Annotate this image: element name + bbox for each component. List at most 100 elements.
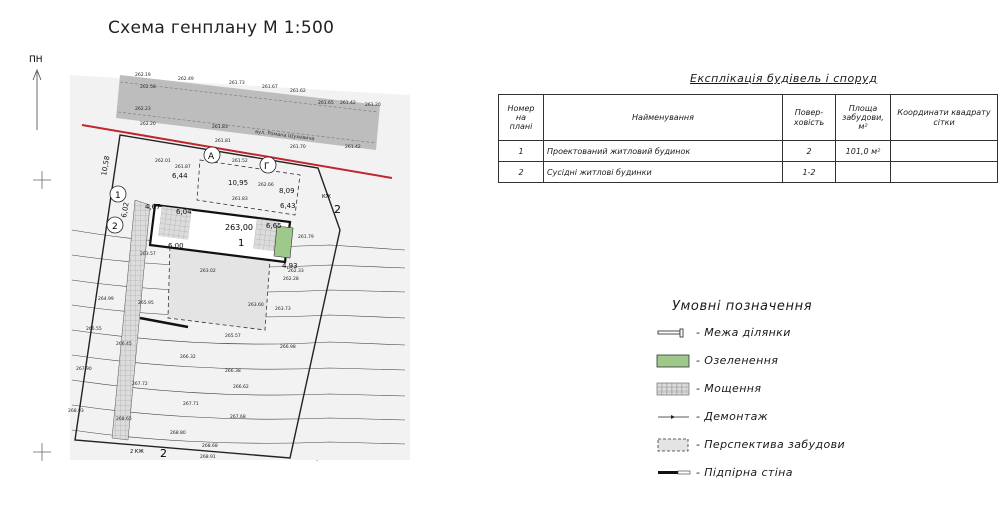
legend-label: - Озеленення xyxy=(696,354,779,367)
spot-elevation: 263.73 xyxy=(275,306,291,312)
future-swatch-icon xyxy=(657,438,689,452)
spot-elevation: 263.57 xyxy=(140,251,156,257)
legend-item-wall: - Підпірна стіна xyxy=(656,466,916,480)
row-floors: 1-2 xyxy=(782,161,836,183)
axis-marker-1: 1 xyxy=(115,191,121,201)
spot-elevation: 261.83 xyxy=(232,196,248,202)
axis-marker-2: 2 xyxy=(112,222,118,232)
spot-elevation: 266.38 xyxy=(225,368,241,374)
dimension: 6,43 xyxy=(280,202,296,210)
spot-elevation: 268.93 xyxy=(68,408,84,414)
dimension: 6,65 xyxy=(266,222,282,230)
explication-table: Номер на плані Найменування Повер- ховіс… xyxy=(498,94,998,183)
row-name: Сусідні житлові будинки xyxy=(543,161,783,183)
legend-label: - Межа ділянки xyxy=(696,326,791,339)
dimension: 10,95 xyxy=(228,179,248,187)
spot-elevation: 262.28 xyxy=(283,276,299,282)
col-header-number: Номер на плані xyxy=(498,94,544,141)
legend-item-paving: - Мощення xyxy=(656,382,916,396)
legend-label: - Перспектива забудови xyxy=(696,438,846,451)
spot-elevation: 268.80 xyxy=(170,430,186,436)
spot-elevation: 265.95 xyxy=(138,300,154,306)
building-elevation: 263,00 xyxy=(225,223,253,232)
explication-title: Експлікація будівель і споруд xyxy=(690,72,878,85)
spot-elevation: 262.23 xyxy=(135,106,151,112)
legend-label: - Мощення xyxy=(696,382,762,395)
spot-elevation: 263.60 xyxy=(248,302,264,308)
spot-elevation: 261.70 xyxy=(290,144,306,150)
spot-elevation: 261.42 xyxy=(340,100,356,106)
zone-label-east: 2 xyxy=(334,203,341,216)
legend-item-demolition: - Демонтаж xyxy=(656,410,916,424)
spot-elevation: 268.91 xyxy=(200,454,216,460)
spot-elevation: 262.66 xyxy=(258,182,274,188)
spot-elevation: 267.68 xyxy=(230,414,246,420)
spot-elevation: 261.67 xyxy=(262,84,278,90)
dimension: 8,09 xyxy=(279,187,295,195)
spot-elevation: 261.87 xyxy=(175,164,191,170)
spot-elevation: 267.90 xyxy=(76,366,92,372)
zone-label-south: 2 xyxy=(160,447,167,460)
spot-elevation: 262.58 xyxy=(140,84,156,90)
axis-marker-g: Г xyxy=(264,162,270,172)
table-header-row: Номер на плані Найменування Повер- ховіс… xyxy=(498,94,998,141)
demolition-swatch-icon xyxy=(658,415,689,419)
spot-elevation: 266.32 xyxy=(180,354,196,360)
legend-item-greening: - Озеленення xyxy=(656,354,916,368)
dimension: 6,44 xyxy=(172,172,188,180)
legend-title: Умовні позначення xyxy=(672,299,813,314)
spot-elevation: 261.62 xyxy=(290,88,306,94)
legend-label: - Підпірна стіна xyxy=(696,466,793,479)
row-coords xyxy=(890,161,998,183)
spot-elevation: 261.20 xyxy=(365,102,381,108)
spot-elevation: 261.65 xyxy=(318,100,334,106)
wall-swatch-icon xyxy=(658,470,691,475)
north-arrow-icon xyxy=(32,68,42,130)
north-label: ПН xyxy=(29,55,43,65)
dimension: 4,67 xyxy=(145,203,161,211)
fence-label-1: КЖ xyxy=(322,194,332,200)
spot-elevation: 261.81 xyxy=(215,138,231,144)
paving-swatch-icon xyxy=(656,382,690,396)
spot-elevation: 267.72 xyxy=(132,381,148,387)
spot-elevation: 261.73 xyxy=(229,80,245,86)
row-area: 101,0 м² xyxy=(835,140,891,162)
spot-elevation: 268.68 xyxy=(202,443,218,449)
spot-elevation: 262.49 xyxy=(178,76,194,82)
spot-elevation: 262.20 xyxy=(140,121,156,127)
spot-elevation: 261.42 xyxy=(345,144,361,150)
legend-label: - Демонтаж xyxy=(696,410,769,423)
boundary-swatch-icon xyxy=(657,328,684,338)
fence-label-2: 2 КЖ xyxy=(130,449,144,455)
legend-item-boundary: - Межа ділянки xyxy=(656,326,916,340)
spot-elevation: 261.52 xyxy=(232,158,248,164)
col-header-coords: Координати квадрату сітки xyxy=(890,94,998,141)
spot-elevation: 261.83 xyxy=(212,124,228,130)
row-number: 1 xyxy=(498,140,544,162)
spot-elevation: 266.98 xyxy=(280,344,296,350)
row-name: Проектований житловий будинок xyxy=(543,140,783,162)
col-header-area: Площа забудови, м² xyxy=(835,94,891,141)
table-row: 2 Сусідні житлові будинки 1-2 xyxy=(498,161,998,183)
spot-elevation: 263.02 xyxy=(200,268,216,274)
greening-swatch-icon xyxy=(656,354,690,368)
col-header-name: Найменування xyxy=(543,94,783,141)
spot-elevation: 261.79 xyxy=(298,234,314,240)
building-number: 1 xyxy=(238,238,244,249)
row-coords xyxy=(890,140,998,162)
spot-elevation: 262.01 xyxy=(155,158,171,164)
spot-elevation: 265.57 xyxy=(225,333,241,339)
row-area xyxy=(835,161,891,183)
spot-elevation: 267.71 xyxy=(183,401,199,407)
spot-elevation: 264.99 xyxy=(98,296,114,302)
dimension: 6,00 xyxy=(168,242,184,250)
col-header-floors: Повер- ховість xyxy=(782,94,836,141)
table-row: 1 Проектований житловий будинок 2 101,0 … xyxy=(498,140,998,162)
spot-elevation: 266.45 xyxy=(116,341,132,347)
spot-elevation: 266.62 xyxy=(233,384,249,390)
dimension: 6,04 xyxy=(176,208,192,216)
spot-elevation: 268.65 xyxy=(116,416,132,422)
legend-item-future: - Перспектива забудови xyxy=(656,438,916,452)
spot-elevation: 266.55 xyxy=(86,326,102,332)
spot-elevation: 262.19 xyxy=(135,72,151,78)
